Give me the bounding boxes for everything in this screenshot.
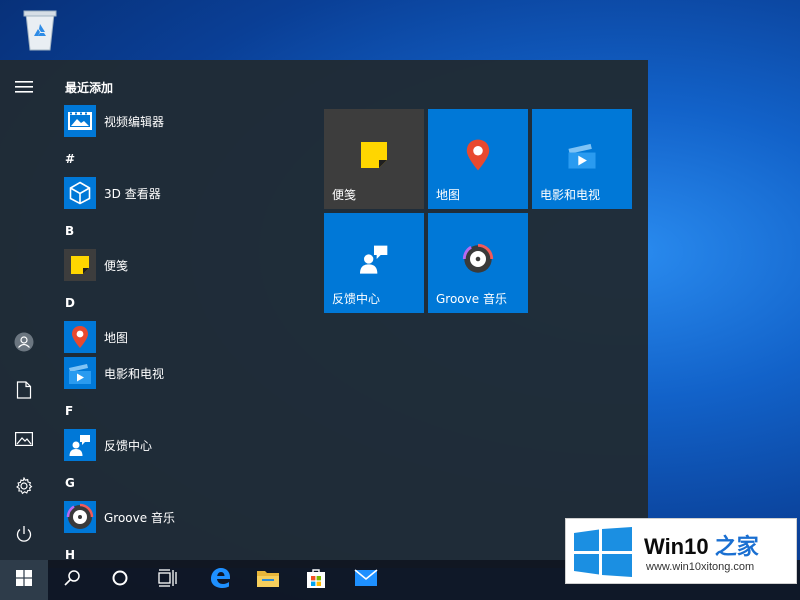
pictures-button[interactable]: [0, 416, 48, 464]
app-list: 最近添加 视频编辑器 # 3D 查看器 B 便笺 D 地图 电影和电视 F 反馈…: [48, 60, 312, 568]
tile-maps[interactable]: 地图: [428, 109, 528, 209]
app-item-label: Groove 音乐: [104, 510, 175, 525]
start-menu: 最近添加 视频编辑器 # 3D 查看器 B 便笺 D 地图 电影和电视 F 反馈…: [0, 60, 648, 568]
app-item-label: 地图: [104, 330, 129, 345]
tile-sticky-notes[interactable]: 便笺: [324, 109, 424, 209]
cortana-button[interactable]: [96, 560, 144, 600]
search-button[interactable]: [48, 560, 96, 600]
tiles-area: 便笺 地图 电影和电视 反馈中心 Groove 音乐: [324, 109, 636, 315]
folder-icon: [256, 568, 280, 592]
group-header-d[interactable]: D: [65, 293, 75, 313]
power-icon: [15, 525, 33, 547]
app-item-label: 反馈中心: [104, 438, 153, 453]
app-item-3d-viewer[interactable]: 3D 查看器: [64, 176, 304, 210]
app-item-label: 视频编辑器: [104, 114, 165, 129]
task-view-button[interactable]: [144, 560, 192, 600]
movies-tv-icon: [566, 139, 598, 171]
group-header-f[interactable]: F: [65, 401, 73, 421]
file-explorer-button[interactable]: [244, 560, 292, 600]
tile-label: 电影和电视: [540, 188, 601, 202]
mail-icon: [354, 569, 378, 591]
tile-label: 地图: [436, 188, 461, 202]
video-editor-icon: [64, 105, 96, 137]
user-account-button[interactable]: [0, 320, 48, 368]
settings-button[interactable]: [0, 464, 48, 512]
app-item-movies-tv[interactable]: 电影和电视: [64, 356, 304, 390]
microsoft-store-button[interactable]: [292, 560, 340, 600]
app-item-label: 3D 查看器: [104, 186, 161, 201]
settings-icon: [15, 476, 33, 499]
watermark-brand-prefix: Win10: [644, 534, 709, 559]
tile-feedback-hub[interactable]: 反馈中心: [324, 213, 424, 313]
group-header-b[interactable]: B: [65, 221, 74, 241]
recently-added-header: 最近添加: [65, 81, 114, 95]
hamburger-menu-icon: [15, 79, 33, 98]
recycle-bin-icon[interactable]: [18, 6, 62, 54]
watermark-url: www.win10xitong.com: [646, 561, 755, 573]
app-item-maps[interactable]: 地图: [64, 320, 304, 354]
tile-label: Groove 音乐: [436, 292, 507, 306]
watermark-brand-suffix: 之家: [714, 534, 759, 559]
sticky-notes-icon: [358, 139, 390, 171]
3d-viewer-icon: [64, 177, 96, 209]
app-item-feedback-hub[interactable]: 反馈中心: [64, 428, 304, 462]
app-item-label: 便笺: [104, 258, 129, 273]
site-watermark: Win10 之家 www.win10xitong.com: [565, 518, 797, 584]
windows-logo-icon: [572, 527, 634, 577]
group-header-hash[interactable]: #: [65, 149, 75, 169]
app-item-video-editor[interactable]: 视频编辑器: [64, 104, 304, 138]
pictures-icon: [15, 431, 33, 450]
mail-button[interactable]: [342, 560, 390, 600]
maps-icon: [462, 139, 494, 171]
edge-icon: [208, 566, 232, 594]
groove-music-icon: [462, 243, 494, 275]
store-bag-icon: [305, 567, 327, 593]
power-button[interactable]: [0, 512, 48, 560]
user-avatar-icon: [14, 332, 34, 356]
maps-icon: [64, 321, 96, 353]
tile-label: 便笺: [332, 188, 357, 202]
hamburger-menu-button[interactable]: [0, 64, 48, 112]
search-icon: [63, 569, 81, 591]
tile-groove-music[interactable]: Groove 音乐: [428, 213, 528, 313]
start-button[interactable]: [0, 560, 48, 600]
start-rail: [0, 60, 48, 568]
task-view-icon: [158, 569, 178, 591]
tile-label: 反馈中心: [332, 292, 381, 306]
feedback-hub-icon: [358, 243, 390, 275]
windows-logo-icon: [16, 570, 32, 590]
documents-button[interactable]: [0, 368, 48, 416]
app-item-label: 电影和电视: [104, 366, 165, 381]
sticky-notes-icon: [64, 249, 96, 281]
movies-tv-icon: [64, 357, 96, 389]
app-item-groove-music[interactable]: Groove 音乐: [64, 500, 304, 534]
tile-movies-tv[interactable]: 电影和电视: [532, 109, 632, 209]
groove-music-icon: [64, 501, 96, 533]
documents-icon: [16, 381, 32, 403]
edge-browser-button[interactable]: [196, 560, 244, 600]
group-header-g[interactable]: G: [65, 473, 75, 493]
watermark-brand: Win10 之家: [644, 529, 759, 561]
app-item-sticky-notes[interactable]: 便笺: [64, 248, 304, 282]
cortana-icon: [111, 569, 129, 591]
feedback-hub-icon: [64, 429, 96, 461]
